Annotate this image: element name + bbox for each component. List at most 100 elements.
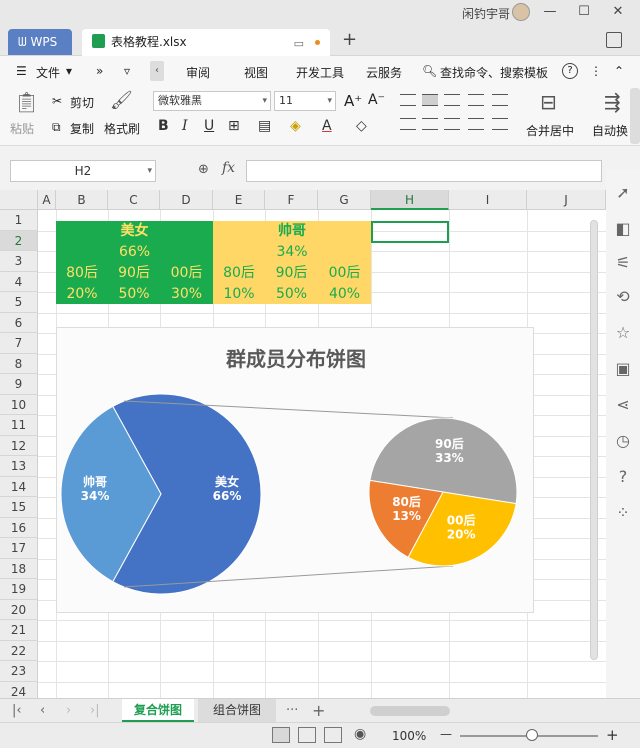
normal-view-icon[interactable] bbox=[272, 727, 290, 743]
font-family-select[interactable]: 微软雅黑 bbox=[153, 91, 271, 111]
menu-review[interactable]: 审阅 bbox=[186, 64, 210, 81]
sheet-tab-combo-pie[interactable]: 组合饼图 bbox=[198, 699, 276, 722]
decrease-font-icon[interactable]: A⁻ bbox=[368, 92, 385, 108]
column-header-b[interactable]: B bbox=[56, 190, 108, 210]
zoom-in-button[interactable]: + bbox=[606, 726, 619, 744]
column-header-c[interactable]: C bbox=[108, 190, 160, 210]
horizontal-scrollbar[interactable] bbox=[364, 705, 604, 717]
bold-icon[interactable]: B bbox=[158, 118, 169, 134]
row-header-13[interactable]: 13 bbox=[0, 456, 38, 477]
maximize-button[interactable]: ☐ bbox=[574, 3, 594, 21]
fx-icon[interactable]: fx bbox=[222, 160, 235, 176]
cell-age-group[interactable]: 90后 bbox=[108, 263, 160, 283]
cell-age-group[interactable]: 90后 bbox=[265, 263, 318, 283]
row-header-19[interactable]: 19 bbox=[0, 579, 38, 600]
row-header-11[interactable]: 11 bbox=[0, 415, 38, 436]
indent-decrease-icon[interactable] bbox=[468, 94, 484, 106]
cell-male-label[interactable]: 帅哥 bbox=[213, 221, 371, 241]
composite-pie-chart[interactable]: 群成员分布饼图 美女 66% 帅哥 34% 90后 33% 00后 20% 80后 13% bbox=[56, 327, 534, 613]
row-header-15[interactable]: 15 bbox=[0, 497, 38, 518]
new-tab-button[interactable]: + bbox=[342, 29, 357, 50]
font-color-icon[interactable]: A bbox=[322, 118, 332, 134]
chevron-down-icon[interactable]: ▾ bbox=[66, 64, 72, 78]
paste-button[interactable]: 粘贴 bbox=[10, 120, 34, 137]
cell-male-pct[interactable]: 34% bbox=[213, 242, 371, 262]
layout-icon[interactable] bbox=[606, 32, 622, 48]
monitor-icon[interactable]: ▭ bbox=[294, 31, 304, 57]
column-header-i[interactable]: I bbox=[449, 190, 527, 210]
copy-button[interactable]: 复制 bbox=[70, 120, 94, 137]
history-icon[interactable]: ◷ bbox=[614, 432, 632, 450]
active-cell-h2[interactable] bbox=[371, 221, 449, 243]
menu-file[interactable]: 文件 bbox=[36, 64, 60, 81]
cell-age-pct[interactable]: 10% bbox=[213, 284, 265, 304]
row-header-22[interactable]: 22 bbox=[0, 640, 38, 661]
help-circle-icon[interactable]: ? bbox=[614, 468, 632, 486]
menu-more[interactable]: » bbox=[96, 64, 103, 78]
hamburger-icon[interactable]: ☰ bbox=[16, 64, 27, 78]
column-header-j[interactable]: J bbox=[527, 190, 606, 210]
collapse-left-button[interactable]: ‹ bbox=[150, 61, 164, 81]
cell-age-group[interactable]: 00后 bbox=[160, 263, 213, 283]
user-name[interactable]: 闲钓宇哥 bbox=[462, 5, 510, 22]
close-button[interactable]: ✕ bbox=[608, 3, 628, 21]
eraser-icon[interactable]: ◇ bbox=[356, 118, 367, 134]
merge-center-button[interactable]: 合并居中 bbox=[526, 122, 574, 139]
cut-button[interactable]: 剪切 bbox=[70, 94, 94, 111]
underline-icon[interactable]: U bbox=[204, 118, 214, 134]
column-header-g[interactable]: G bbox=[318, 190, 371, 210]
cell-age-group[interactable]: 80后 bbox=[56, 263, 108, 283]
row-header-6[interactable]: 6 bbox=[0, 312, 38, 333]
sheet-tab-composite-pie[interactable]: 复合饼图 bbox=[122, 699, 194, 722]
more-sheets-button[interactable]: ··· bbox=[286, 703, 298, 718]
row-header-23[interactable]: 23 bbox=[0, 661, 38, 682]
formula-input[interactable] bbox=[246, 160, 602, 182]
cell-female-label[interactable]: 美女 bbox=[56, 221, 213, 241]
column-header-d[interactable]: D bbox=[160, 190, 213, 210]
row-header-2[interactable]: 2 bbox=[0, 230, 38, 251]
align-top-icon[interactable] bbox=[400, 94, 416, 106]
column-header-f[interactable]: F bbox=[265, 190, 318, 210]
row-header-5[interactable]: 5 bbox=[0, 292, 38, 313]
chevron-down-icon[interactable]: ▿ bbox=[124, 64, 130, 78]
fill-color-icon[interactable]: ◈ bbox=[290, 118, 301, 134]
row-header-18[interactable]: 18 bbox=[0, 558, 38, 579]
cell-age-group[interactable]: 80后 bbox=[213, 263, 265, 283]
share-icon[interactable]: ⋖ bbox=[614, 396, 632, 414]
row-header-14[interactable]: 14 bbox=[0, 476, 38, 497]
cell-age-pct[interactable]: 50% bbox=[108, 284, 160, 304]
shapes-icon[interactable]: ◧ bbox=[614, 220, 632, 238]
menu-cloud[interactable]: 云服务 bbox=[366, 64, 402, 81]
wps-home-tab[interactable]: ᗯ WPS bbox=[8, 29, 72, 55]
avatar[interactable] bbox=[512, 3, 530, 21]
menu-developer[interactable]: 开发工具 bbox=[296, 64, 344, 81]
page-layout-icon[interactable] bbox=[298, 727, 316, 743]
transform-icon[interactable]: ⟲ bbox=[614, 288, 632, 306]
align-bottom-icon[interactable] bbox=[444, 94, 460, 106]
row-header-12[interactable]: 12 bbox=[0, 435, 38, 456]
cell-age-pct[interactable]: 20% bbox=[56, 284, 108, 304]
row-header-3[interactable]: 3 bbox=[0, 251, 38, 272]
spreadsheet-grid[interactable]: ABCDEFGHIJ 1 2 3 4 5 6 7 8 9 10 11 12 13 14 15 16 17 18 19… bbox=[0, 190, 606, 698]
archive-icon[interactable]: ▣ bbox=[614, 360, 632, 378]
indent-increase-icon[interactable] bbox=[492, 94, 508, 106]
align-left-icon[interactable] bbox=[400, 118, 416, 130]
row-header-21[interactable]: 21 bbox=[0, 620, 38, 641]
distribute-icon[interactable] bbox=[492, 118, 508, 130]
cell-age-pct[interactable]: 40% bbox=[318, 284, 371, 304]
row-header-24[interactable]: 24 bbox=[0, 681, 38, 698]
first-sheet-icon[interactable]: |‹ bbox=[12, 703, 22, 718]
zoom-search-icon[interactable]: ⊕ bbox=[198, 162, 209, 177]
name-box[interactable]: H2 bbox=[10, 160, 156, 182]
ribbon-scroll-handle[interactable] bbox=[630, 88, 640, 144]
prev-sheet-icon[interactable]: ‹ bbox=[40, 703, 45, 718]
cell-age-pct[interactable]: 30% bbox=[160, 284, 213, 304]
select-all-corner[interactable] bbox=[0, 190, 38, 210]
help-icon[interactable]: ? bbox=[562, 63, 578, 79]
adjust-icon[interactable]: ⚟ bbox=[614, 254, 632, 272]
column-header-e[interactable]: E bbox=[213, 190, 265, 210]
collapse-ribbon-icon[interactable]: ⌃ bbox=[614, 64, 624, 78]
row-header-7[interactable]: 7 bbox=[0, 333, 38, 354]
cell-age-pct[interactable]: 50% bbox=[265, 284, 318, 304]
page-break-icon[interactable] bbox=[324, 727, 342, 743]
